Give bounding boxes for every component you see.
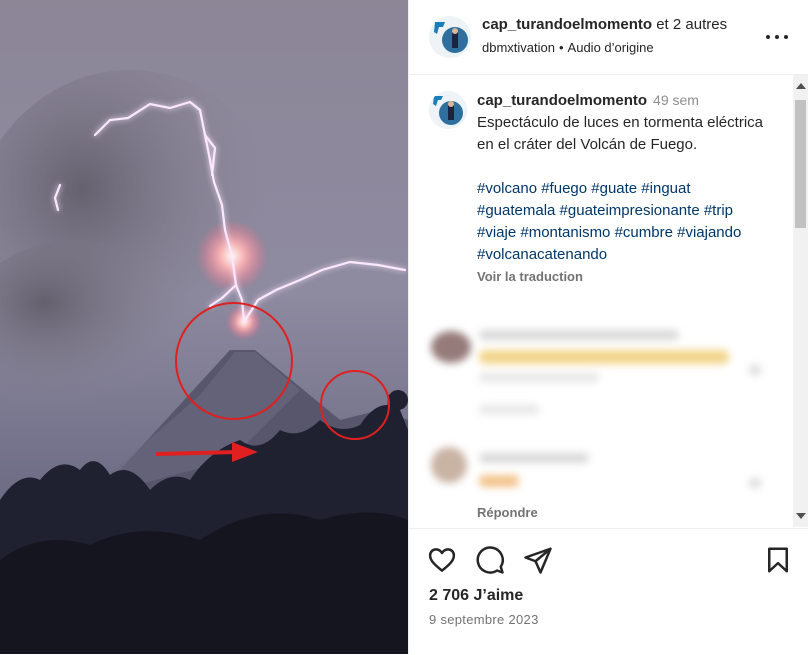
comment-icon[interactable] — [475, 545, 505, 575]
reply-link[interactable]: Répondre — [477, 505, 538, 520]
post-actions: 2 706 J’aime 9 septembre 2023 — [409, 528, 808, 655]
bookmark-icon[interactable] — [763, 545, 793, 575]
post-details-panel: cap_turandoelmomento et 2 autres dbmxtiv… — [408, 0, 808, 654]
author-names: cap_turandoelmomento et 2 autres — [482, 16, 727, 33]
scroll-down-icon[interactable] — [796, 513, 806, 519]
scrollbar[interactable] — [793, 75, 808, 527]
coauthors-link[interactable]: et 2 autres — [656, 16, 727, 33]
post-date[interactable]: 9 septembre 2023 — [429, 612, 539, 627]
volcano-photo — [0, 0, 408, 654]
caption-text: Espectáculo de luces en tormenta eléctri… — [477, 114, 763, 153]
caption-avatar[interactable] — [429, 91, 467, 129]
author-avatar[interactable] — [429, 16, 471, 58]
likes-count[interactable]: 2 706 J’aime — [429, 587, 523, 605]
author-username[interactable]: cap_turandoelmomento — [482, 16, 652, 33]
audio-user-link[interactable]: dbmxtivation — [482, 40, 555, 55]
audio-info: dbmxtivation • Audio d’origine — [482, 40, 654, 55]
caption-username[interactable]: cap_turandoelmomento — [477, 92, 647, 109]
comment-item — [429, 325, 769, 430]
post-media[interactable] — [0, 0, 408, 654]
scroll-up-icon[interactable] — [796, 83, 806, 89]
caption-hashtags[interactable]: #volcano #fuego #guate #inguat #guatemal… — [477, 178, 767, 266]
audio-link[interactable]: Audio d’origine — [568, 40, 654, 55]
heart-icon[interactable] — [427, 545, 457, 575]
comments-scroll-area[interactable]: cap_turandoelmomento 49 sem Espectáculo d… — [409, 75, 808, 527]
scrollbar-thumb[interactable] — [795, 100, 806, 228]
comment-item — [429, 443, 769, 508]
post-header: cap_turandoelmomento et 2 autres dbmxtiv… — [409, 0, 808, 75]
more-options-icon[interactable] — [766, 26, 788, 48]
share-icon[interactable] — [523, 545, 553, 575]
translate-link[interactable]: Voir la traduction — [477, 268, 767, 286]
caption-time[interactable]: 49 sem — [653, 92, 699, 108]
